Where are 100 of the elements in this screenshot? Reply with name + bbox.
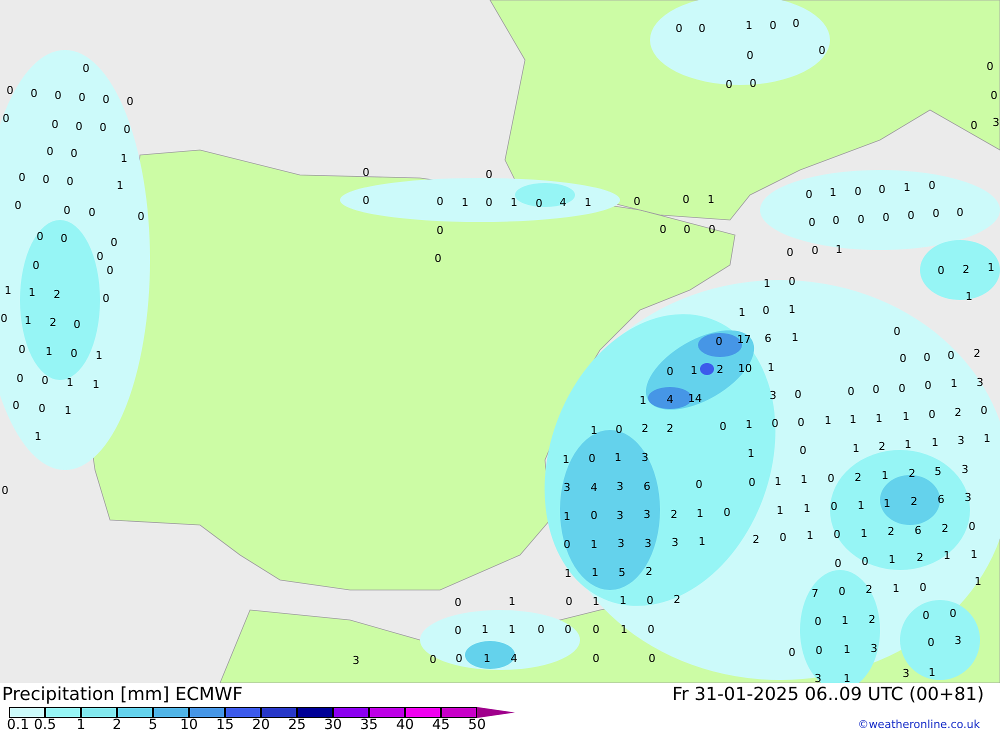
precipitation-value: 1 [850,413,856,426]
precipitation-value: 0 [968,520,976,533]
precipitation-value: 0 [88,206,96,219]
precipitation-value: 3 [564,481,570,494]
precipitation-value: 1 [860,527,868,540]
precipitation-value: 2 [942,522,948,535]
precipitation-value: 0 [74,318,80,331]
precipitation-value: 1 [876,412,882,425]
precipitation-value: 0 [454,624,462,637]
precipitation-value: 0 [124,123,130,136]
precipitation-value: 17 [737,333,751,346]
precipitation-value: 0 [684,223,690,236]
precipitation-value: 1 [590,424,598,437]
precipitation-value: 1 [788,303,796,316]
precipitation-value: 2 [910,495,918,508]
precipitation-value: 1 [764,277,770,290]
precipitation-value: 1 [620,623,628,636]
precipitation-value: 1 [96,349,102,362]
precipitation-value: 0 [794,388,802,401]
precipitation-value: 3 [644,508,650,521]
precipitation-value: 0 [938,264,944,277]
precipitation-value: 1 [564,567,572,580]
precipitation-value: 0 [70,347,78,360]
precipitation-value: 3 [618,537,624,550]
precipitation-value: 0 [430,653,436,666]
precipitation-value: 0 [828,472,834,485]
precipitation-value: 2 [646,565,652,578]
precipitation-value: 0 [792,17,800,30]
precipitation-value: 14 [688,392,702,405]
precipitation-value: 1 [590,538,598,551]
precipitation-value: 0 [100,121,106,134]
scale-tick-label: 30 [324,718,342,732]
scale-tick-label: 2 [112,718,122,732]
precipitation-value: 3 [814,672,822,683]
precipitation-value: 1 [932,436,938,449]
precipitation-value: 2 [954,406,962,419]
precipitation-value: 0 [862,555,868,568]
scale-tick-label: 20 [252,718,270,732]
precipitation-value: 1 [888,553,896,566]
scale-tick-label: 45 [432,718,450,732]
precipitation-value: 0 [894,325,900,338]
precipitation-value: 1 [852,442,860,455]
precipitation-value: 0 [42,173,50,186]
precipitation-value: 0 [52,118,58,131]
precipitation-value: 0 [32,259,40,272]
precipitation-value: 1 [844,672,850,683]
precipitation-value: 0 [648,652,656,665]
precipitation-value: 0 [950,607,956,620]
precipitation-value: 1 [836,243,842,256]
precipitation-value: 2 [916,551,924,564]
precipitation-value: 3 [870,642,878,655]
precipitation-value: 0 [780,531,786,544]
precipitation-value: 0 [70,147,78,160]
precipitation-value: 0 [564,623,572,636]
precipitation-value: 1 [974,575,982,588]
scale-tick-label: 25 [288,718,306,732]
precipitation-value: 0 [800,444,806,457]
precipitation-value: 0 [538,623,544,636]
precipitation-value: 1 [28,286,36,299]
precipitation-value: 0 [834,528,840,541]
precipitation-value: 0 [812,244,818,257]
precipitation-value: 1 [620,594,626,607]
precipitation-value: 0 [798,416,804,429]
precipitation-value: 7 [812,587,818,600]
precipitation-value: 0 [362,166,370,179]
precipitation-value: 0 [454,596,462,609]
precipitation-value: 0 [12,399,20,412]
precipitation-value: 10 [738,362,752,375]
precipitation-value: 0 [676,22,682,35]
precipitation-value: 0 [980,404,988,417]
precipitation-value: 0 [928,636,934,649]
precipitation-value: 0 [592,623,600,636]
precipitation-value: 6 [764,332,772,345]
precipitation-value: 2 [642,422,648,435]
precipitation-value: 0 [36,230,44,243]
scale-tick-label: 40 [396,718,414,732]
precipitation-value: 0 [564,538,570,551]
precipitation-value: 0 [748,476,756,489]
precipitation-value: 6 [644,480,650,493]
precipitation-value: 3 [352,654,360,667]
precipitation-value: 1 [640,394,646,407]
scale-tick-label: 35 [360,718,378,732]
precipitation-value: 1 [46,345,52,358]
precipitation-value: 1 [562,453,570,466]
precipitation-value: 1 [34,430,42,443]
precipitation-value: 1 [120,152,128,165]
precipitation-value: 0 [110,236,118,249]
precipitation-value: 0 [830,500,838,513]
precipitation-value: 1 [592,566,598,579]
precipitation-value: 0 [908,209,914,222]
precipitation-value: 0 [854,185,862,198]
precipitation-value: 2 [974,347,980,360]
scale-tick-label: 0.5 [34,718,56,732]
precipitation-value: 0 [816,644,822,657]
precipitation-value: 0 [818,44,826,57]
precipitation-value: 2 [866,583,872,596]
precipitation-value: 1 [508,623,516,636]
precipitation-value: 1 [804,502,810,515]
precipitation-value: 0 [96,250,104,263]
precipitation-value: 3 [644,537,652,550]
